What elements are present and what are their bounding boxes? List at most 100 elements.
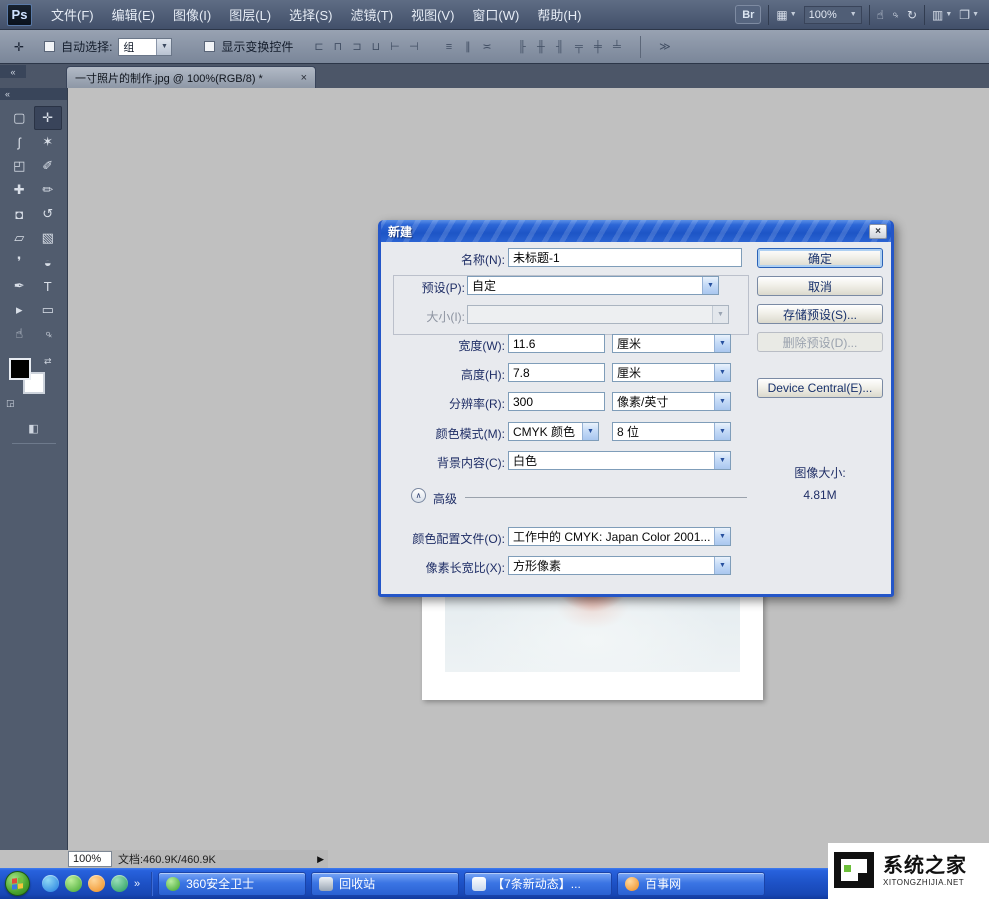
height-input[interactable]	[508, 363, 605, 382]
auto-select-checkbox[interactable]	[44, 41, 55, 52]
workspace-switcher-button[interactable]: ▦ ▼	[776, 8, 796, 22]
ok-button[interactable]: 确定	[757, 248, 883, 268]
document-tab[interactable]: 一寸照片的制作.jpg @ 100%(RGB/8) * ×	[66, 66, 316, 88]
pixel-aspect-select[interactable]: 方形像素 ▼	[508, 556, 731, 575]
distribute-center-icon[interactable]: ∥	[458, 38, 477, 56]
rotate-view-icon[interactable]: ↻	[907, 8, 917, 22]
path-selection-tool[interactable]: ▸	[5, 298, 34, 322]
gradient-tool[interactable]: ▧	[34, 226, 63, 250]
foreground-color-swatch[interactable]	[9, 358, 31, 380]
distribute-v-top-icon[interactable]: ╤	[569, 38, 588, 56]
resolution-unit-select[interactable]: 像素/英寸 ▼	[612, 392, 731, 411]
auto-select-mode-dropdown[interactable]: 组 ▼	[118, 38, 172, 56]
hand-tool[interactable]: ☝	[5, 322, 34, 346]
align-left-icon[interactable]: ⊏	[309, 38, 328, 56]
distribute-left-icon[interactable]: ╟	[512, 38, 531, 56]
name-input[interactable]	[508, 248, 742, 267]
cancel-button[interactable]: 取消	[757, 276, 883, 296]
windows-logo-icon	[12, 877, 23, 890]
magic-wand-tool[interactable]: ✶	[34, 130, 63, 154]
menu-layer[interactable]: 图层(L)	[220, 1, 280, 28]
device-central-button[interactable]: Device Central(E)...	[757, 378, 883, 398]
zoom-magnifier-icon[interactable]: ♀	[887, 6, 903, 22]
crop-tool[interactable]: ◰	[5, 154, 34, 178]
save-preset-button[interactable]: 存储预设(S)...	[757, 304, 883, 324]
distribute-right-icon[interactable]: ╢	[550, 38, 569, 56]
chevron-down-icon: ▼	[945, 11, 952, 18]
menu-help[interactable]: 帮助(H)	[528, 1, 590, 28]
collapse-panel-icon[interactable]: «	[0, 88, 67, 100]
color-mode-select[interactable]: CMYK 颜色 ▼	[508, 422, 599, 441]
brush-tool[interactable]: ✏	[34, 178, 63, 202]
healing-brush-tool[interactable]: ✚	[5, 178, 34, 202]
align-top-icon[interactable]: ⊓	[328, 38, 347, 56]
auto-select-mode-value: 组	[119, 39, 156, 55]
menu-window[interactable]: 窗口(W)	[463, 1, 528, 28]
history-brush-tool[interactable]: ↺	[34, 202, 63, 226]
hand-pan-icon[interactable]: ☝	[877, 8, 884, 22]
bit-depth-select[interactable]: 8 位 ▼	[612, 422, 731, 441]
type-tool[interactable]: T	[34, 274, 63, 298]
background-contents-select[interactable]: 白色 ▼	[508, 451, 731, 470]
screen-mode-button[interactable]: ▥ ▼	[932, 8, 952, 22]
taskbar-button-baishi[interactable]: 百事网	[617, 872, 765, 896]
width-input[interactable]	[508, 334, 605, 353]
menu-view[interactable]: 视图(V)	[402, 1, 463, 28]
folder-quick-launch-icon[interactable]	[88, 875, 105, 892]
show-transform-checkbox[interactable]	[204, 41, 215, 52]
width-unit-value: 厘米	[613, 335, 714, 352]
distribute-top-icon[interactable]: ≡	[439, 38, 458, 56]
height-unit-select[interactable]: 厘米 ▼	[612, 363, 731, 382]
distribute-v-middle-icon[interactable]: ╪	[588, 38, 607, 56]
collapse-panels-icon[interactable]: «	[0, 65, 26, 78]
dodge-tool[interactable]: ◒	[34, 250, 63, 274]
zoom-level-value: 100%	[809, 9, 837, 21]
menu-filter[interactable]: 滤镜(T)	[341, 1, 402, 28]
taskbar-button-news[interactable]: 【7条新动态】...	[464, 872, 612, 896]
move-tool[interactable]: ✛	[34, 106, 63, 130]
rectangular-marquee-tool[interactable]: ▢	[5, 106, 34, 130]
menu-select[interactable]: 选择(S)	[280, 1, 341, 28]
browser-quick-launch-icon[interactable]	[42, 875, 59, 892]
pen-tool[interactable]: ✒	[5, 274, 34, 298]
360-quick-launch-icon[interactable]	[65, 875, 82, 892]
status-menu-arrow-icon[interactable]: ▶	[317, 854, 328, 865]
eraser-tool[interactable]: ▱	[5, 226, 34, 250]
blur-tool[interactable]: ❜	[5, 250, 34, 274]
lasso-tool[interactable]: ʃ	[5, 130, 34, 154]
zoom-level-dropdown[interactable]: 100% ▼	[804, 6, 862, 24]
close-icon[interactable]: ×	[301, 72, 307, 84]
distribute-middle-icon[interactable]: ╫	[531, 38, 550, 56]
dialog-title-bar[interactable]: 新建 ×	[381, 220, 891, 242]
distribute-v-bottom-icon[interactable]: ╧	[607, 38, 626, 56]
quick-mask-icon[interactable]: ◧	[25, 422, 43, 435]
align-center-v-icon[interactable]: ⊣	[404, 38, 423, 56]
taskbar-button-recycle-bin[interactable]: 回收站	[311, 872, 459, 896]
menu-file[interactable]: 文件(F)	[42, 1, 103, 28]
align-right-icon[interactable]: ⊐	[347, 38, 366, 56]
default-colors-icon[interactable]: ◲	[6, 398, 15, 409]
status-zoom-field[interactable]: 100%	[68, 851, 112, 867]
swap-colors-icon[interactable]: ⇄	[44, 356, 52, 367]
color-profile-select[interactable]: 工作中的 CMYK: Japan Color 2001... ▼	[508, 527, 731, 546]
messenger-quick-launch-icon[interactable]	[111, 875, 128, 892]
dialog-close-button[interactable]: ×	[869, 224, 887, 239]
start-button[interactable]	[5, 871, 30, 896]
taskbar-button-360[interactable]: 360安全卫士	[158, 872, 306, 896]
resolution-input[interactable]	[508, 392, 605, 411]
distribute-bottom-icon[interactable]: ≍	[477, 38, 496, 56]
preset-select[interactable]: 自定 ▼	[467, 276, 719, 295]
menu-edit[interactable]: 编辑(E)	[103, 1, 164, 28]
align-bottom-icon[interactable]: ⊔	[366, 38, 385, 56]
menu-image[interactable]: 图像(I)	[164, 1, 220, 28]
auto-align-layers-icon[interactable]: ≫	[655, 38, 674, 56]
bridge-button[interactable]: Br	[735, 5, 761, 24]
width-unit-select[interactable]: 厘米 ▼	[612, 334, 731, 353]
background-contents-label: 背景内容(C):	[385, 454, 505, 471]
quick-launch-overflow-icon[interactable]: »	[134, 878, 140, 890]
arrange-documents-button[interactable]: ❐ ▼	[959, 8, 979, 22]
advanced-toggle-icon[interactable]: ∧	[411, 488, 426, 503]
align-center-h-icon[interactable]: ⊢	[385, 38, 404, 56]
clone-stamp-tool[interactable]: ◘	[5, 202, 34, 226]
eyedropper-tool[interactable]: ✐	[34, 154, 63, 178]
